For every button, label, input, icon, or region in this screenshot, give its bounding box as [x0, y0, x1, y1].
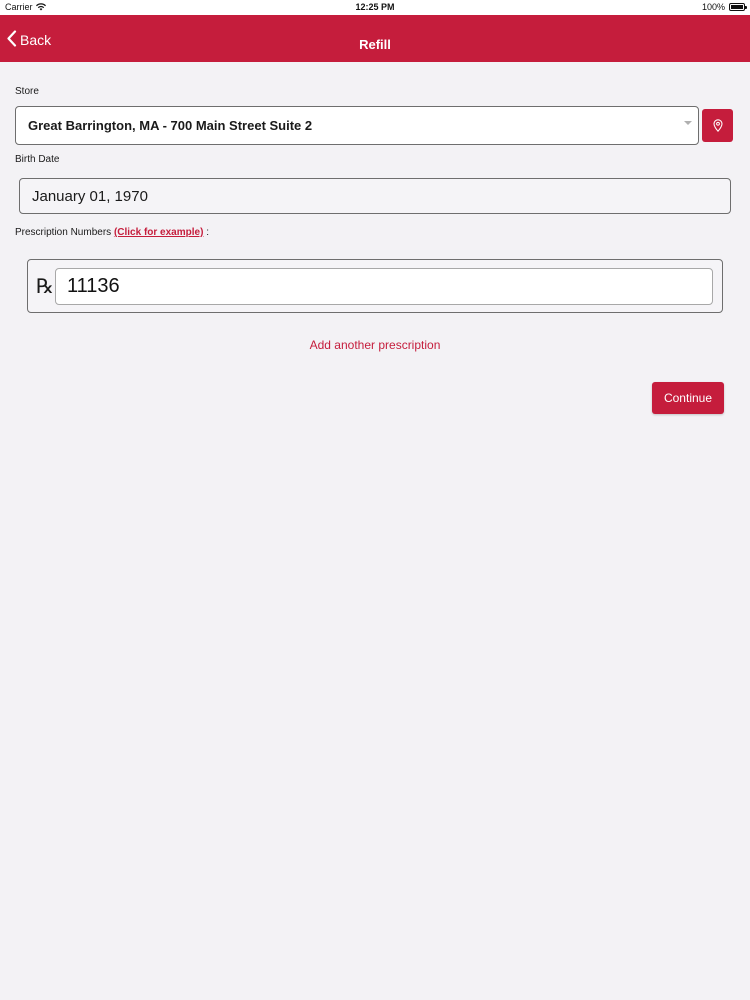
battery-percent: 100%: [701, 2, 725, 12]
birth-date-field[interactable]: January 01, 1970: [19, 178, 731, 214]
battery-icon: [729, 3, 747, 11]
prescription-entry: ℞ 11136: [27, 259, 723, 313]
battery-indicator: 100%: [701, 2, 747, 12]
example-link[interactable]: (Click for example): [114, 227, 203, 238]
prescription-number-value: 11136: [67, 275, 120, 297]
birth-date-value: January 01, 1970: [32, 187, 148, 205]
rx-symbol-icon: ℞: [36, 276, 54, 298]
locate-store-button[interactable]: [702, 109, 733, 142]
store-select[interactable]: Great Barrington, MA - 700 Main Street S…: [15, 106, 699, 145]
continue-button[interactable]: Continue: [652, 382, 724, 414]
status-time: 12:25 PM: [355, 2, 395, 12]
caret-down-icon: [684, 121, 692, 125]
page-title: Refill: [359, 37, 391, 52]
status-bar: Carrier 12:25 PM 100%: [0, 0, 750, 15]
store-value: Great Barrington, MA - 700 Main Street S…: [28, 118, 313, 133]
prescription-label-text: Prescription Numbers: [15, 227, 112, 238]
prescription-numbers-label: Prescription Numbers (Click for example)…: [15, 227, 209, 238]
add-prescription-link[interactable]: Add another prescription: [0, 338, 750, 352]
prescription-number-input[interactable]: 11136: [55, 268, 713, 305]
navigation-bar: Back Refill: [0, 15, 750, 62]
store-label: Store: [15, 86, 39, 97]
birth-date-label: Birth Date: [15, 154, 60, 165]
location-pin-icon: [712, 119, 723, 132]
prescription-label-suffix: :: [206, 227, 209, 238]
